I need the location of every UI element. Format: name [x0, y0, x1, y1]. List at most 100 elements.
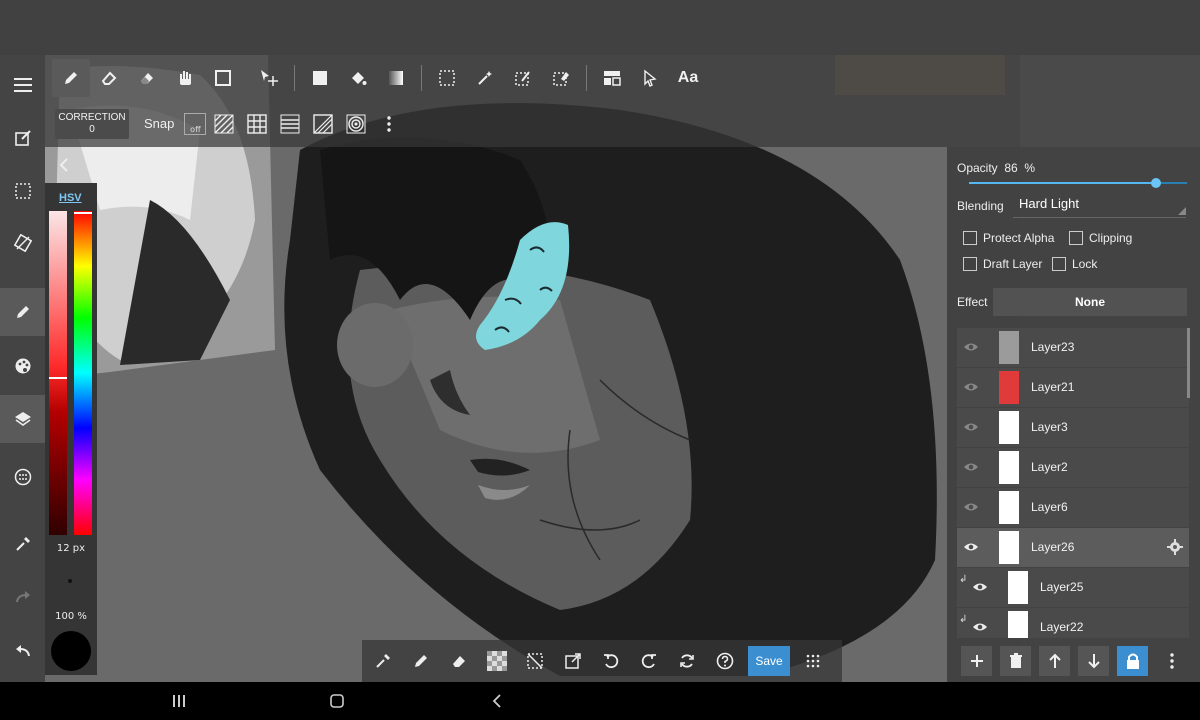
lock-layer-button[interactable]: [1117, 646, 1148, 676]
grid-menu-icon[interactable]: [794, 643, 832, 679]
blending-select[interactable]: Hard Light: [1013, 196, 1186, 218]
snap-state: off: [190, 124, 201, 134]
selection-icon[interactable]: [0, 167, 45, 215]
snap-concentric-icon[interactable]: [341, 109, 371, 139]
snap-grid-icon[interactable]: [242, 109, 272, 139]
blur-eraser-icon[interactable]: [128, 59, 166, 97]
layer-name: Layer3: [1031, 420, 1068, 434]
eraser-icon[interactable]: [90, 59, 128, 97]
rotate-right-icon[interactable]: [630, 643, 668, 679]
bottom-toolbar: Save: [362, 640, 842, 682]
rotate-left-icon[interactable]: [592, 643, 630, 679]
layout-icon[interactable]: [593, 59, 631, 97]
visibility-eye-icon[interactable]: [962, 338, 980, 356]
left-tool-strip: [0, 55, 45, 682]
collapse-arrow-icon[interactable]: [58, 157, 72, 175]
hsv-mode-toggle[interactable]: HSV: [59, 192, 82, 204]
layer-more-icon[interactable]: [1156, 646, 1187, 676]
recent-apps-icon[interactable]: [167, 690, 191, 712]
eyedropper-icon[interactable]: [364, 643, 402, 679]
select-pen-icon[interactable]: [504, 59, 542, 97]
opacity-slider[interactable]: [969, 178, 1187, 188]
visibility-eye-icon[interactable]: [971, 618, 989, 636]
edit-icon[interactable]: [0, 114, 45, 162]
protect-alpha-checkbox[interactable]: Protect Alpha: [963, 231, 1054, 245]
saturation-bar[interactable]: [49, 211, 67, 535]
text-tool-button[interactable]: Aa: [669, 59, 707, 97]
clear-icon[interactable]: [478, 643, 516, 679]
current-color-swatch[interactable]: [51, 631, 91, 671]
lock-checkbox[interactable]: Lock: [1052, 257, 1097, 271]
pen-icon[interactable]: [402, 643, 440, 679]
delete-layer-button[interactable]: [1000, 646, 1031, 676]
add-layer-button[interactable]: [961, 646, 992, 676]
layer-row[interactable]: Layer3: [957, 408, 1189, 447]
layer-thumbnail: [999, 331, 1019, 364]
pointer-icon[interactable]: [631, 59, 669, 97]
magic-wand-icon[interactable]: [466, 59, 504, 97]
pen-icon[interactable]: [52, 58, 90, 97]
bucket-icon[interactable]: [339, 59, 377, 97]
visibility-eye-icon[interactable]: [962, 538, 980, 556]
layer-list-scrollbar[interactable]: [1187, 328, 1190, 398]
layer-thumbnail: [999, 371, 1019, 404]
layers-icon[interactable]: [0, 395, 45, 443]
clipping-checkbox[interactable]: Clipping: [1069, 231, 1132, 245]
draft-layer-checkbox[interactable]: Draft Layer: [963, 257, 1042, 271]
layer-row[interactable]: Layer26: [957, 528, 1189, 567]
visibility-eye-icon[interactable]: [962, 458, 980, 476]
layer-row[interactable]: ↲ Layer22: [957, 608, 1189, 638]
transform-icon[interactable]: [0, 219, 45, 267]
layer-row[interactable]: Layer2: [957, 448, 1189, 487]
brush-size-value[interactable]: 12 px: [45, 543, 97, 554]
transfer-icon[interactable]: [554, 643, 592, 679]
move-icon[interactable]: [250, 59, 288, 97]
deselect-icon[interactable]: [516, 643, 554, 679]
visibility-eye-icon[interactable]: [971, 578, 989, 596]
correction-button[interactable]: CORRECTION 0: [55, 108, 129, 139]
layer-thumbnail: [1008, 611, 1028, 638]
layer-settings-gear-icon[interactable]: [1167, 539, 1183, 555]
fill-square-icon[interactable]: [301, 59, 339, 97]
layer-row[interactable]: Layer21: [957, 368, 1189, 407]
visibility-eye-icon[interactable]: [962, 418, 980, 436]
effect-label: Effect: [957, 295, 988, 309]
move-layer-up-button[interactable]: [1039, 646, 1070, 676]
snap-parallel-icon[interactable]: [209, 109, 239, 139]
visibility-eye-icon[interactable]: [962, 498, 980, 516]
more-vert-icon[interactable]: [374, 109, 404, 139]
brush-opacity-value[interactable]: 100 %: [45, 611, 97, 622]
color-panel: HSV 12 px 100 %: [45, 183, 97, 675]
eyedropper-icon[interactable]: [0, 520, 45, 568]
flip-icon[interactable]: [668, 643, 706, 679]
rectangle-icon[interactable]: [204, 59, 242, 97]
menu-icon[interactable]: [0, 61, 45, 109]
opacity-slider-thumb[interactable]: [1151, 178, 1162, 188]
eraser-icon[interactable]: [440, 643, 478, 679]
material-icon[interactable]: [0, 453, 45, 501]
brush-icon[interactable]: [0, 288, 45, 336]
snap-horizontal-icon[interactable]: [275, 109, 305, 139]
select-rect-icon[interactable]: [428, 59, 466, 97]
layer-row[interactable]: Layer6: [957, 488, 1189, 527]
undo-icon[interactable]: [0, 627, 45, 675]
hue-marker: [74, 212, 92, 214]
help-icon[interactable]: [706, 643, 744, 679]
move-layer-down-button[interactable]: [1078, 646, 1109, 676]
effect-button[interactable]: None: [993, 288, 1187, 316]
save-button[interactable]: Save: [748, 646, 790, 676]
hand-icon[interactable]: [166, 59, 204, 97]
hue-bar[interactable]: [74, 211, 92, 535]
back-icon[interactable]: [485, 690, 509, 712]
home-icon[interactable]: [325, 690, 349, 712]
layer-row[interactable]: Layer23: [957, 328, 1189, 367]
layer-row[interactable]: ↲ Layer25: [957, 568, 1189, 607]
gradient-icon[interactable]: [377, 59, 415, 97]
snap-off-button[interactable]: off: [184, 112, 207, 135]
visibility-eye-icon[interactable]: [962, 378, 980, 396]
opacity-unit: %: [1024, 161, 1036, 175]
select-eraser-icon[interactable]: [542, 59, 580, 97]
palette-icon[interactable]: [0, 342, 45, 390]
redo-icon[interactable]: [0, 573, 45, 621]
snap-perspective-icon[interactable]: [308, 109, 338, 139]
